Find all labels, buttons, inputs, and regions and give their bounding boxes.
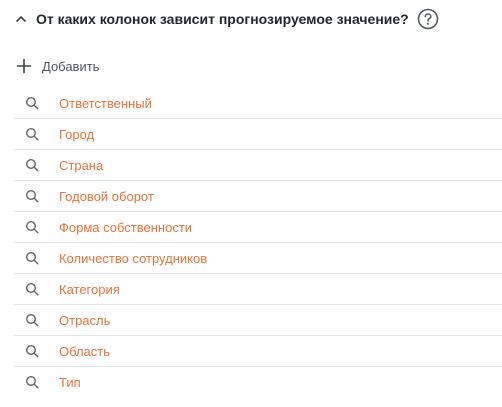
- search-icon: [25, 127, 39, 141]
- list-item-label: Количество сотрудников: [59, 250, 208, 266]
- list-item[interactable]: Ответственный: [14, 88, 502, 119]
- list-item-label: Страна: [59, 157, 104, 173]
- column-list: Ответственный Город Страна Годовой оборо…: [14, 88, 502, 397]
- section-title: От каких колонок зависит прогнозируемое …: [36, 11, 409, 27]
- list-item-label: Тип: [59, 374, 81, 390]
- search-icon: [25, 313, 39, 327]
- search-icon: [25, 189, 39, 203]
- section-header: От каких колонок зависит прогнозируемое …: [14, 7, 439, 31]
- search-icon: [25, 220, 39, 234]
- plus-icon: [16, 58, 32, 74]
- search-icon: [25, 96, 39, 110]
- add-column-button[interactable]: Добавить: [16, 56, 99, 76]
- list-item-label: Город: [59, 126, 95, 142]
- list-item[interactable]: Отрасль: [14, 305, 502, 336]
- search-icon: [25, 375, 39, 389]
- list-item[interactable]: Годовой оборот: [14, 181, 502, 212]
- list-item-label: Отрасль: [59, 312, 111, 328]
- list-item-label: Категория: [59, 281, 120, 297]
- search-icon: [25, 251, 39, 265]
- search-icon: [25, 344, 39, 358]
- list-item-label: Область: [59, 343, 111, 359]
- list-item-label: Годовой оборот: [59, 188, 154, 204]
- chevron-up-icon[interactable]: [14, 12, 28, 26]
- list-item-label: Ответственный: [59, 95, 152, 111]
- list-item[interactable]: Тип: [14, 367, 502, 397]
- list-item[interactable]: Область: [14, 336, 502, 367]
- list-item[interactable]: Категория: [14, 274, 502, 305]
- list-item-label: Форма собственности: [59, 219, 193, 235]
- list-item[interactable]: Форма собственности: [14, 212, 502, 243]
- help-circle-icon[interactable]: [417, 8, 439, 30]
- list-item[interactable]: Страна: [14, 150, 502, 181]
- search-icon: [25, 158, 39, 172]
- add-column-label: Добавить: [42, 58, 100, 74]
- list-item[interactable]: Количество сотрудников: [14, 243, 502, 274]
- search-icon: [25, 282, 39, 296]
- list-item[interactable]: Город: [14, 119, 502, 150]
